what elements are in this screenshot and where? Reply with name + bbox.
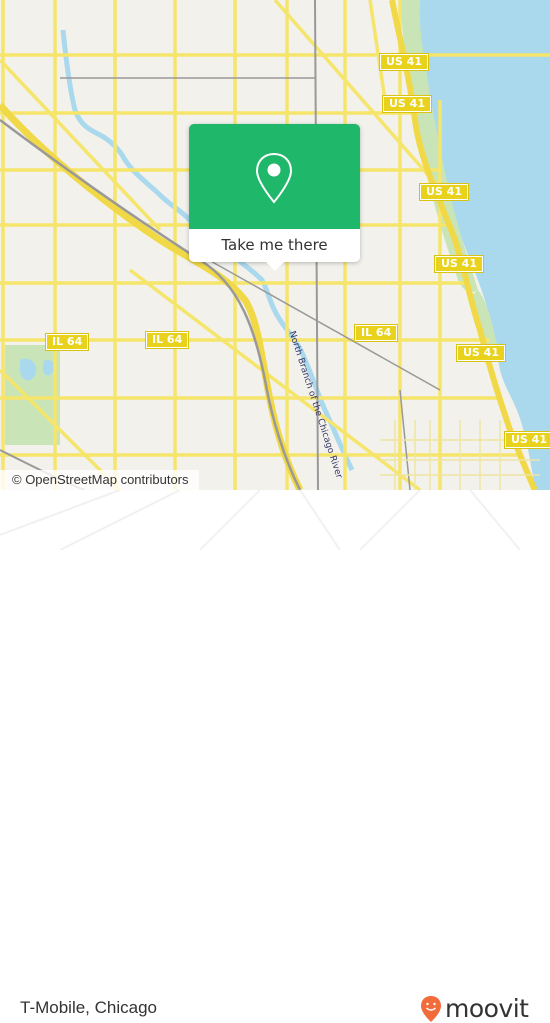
take-me-there-popup[interactable]: Take me there	[189, 124, 360, 271]
il64-shield: IL 64	[44, 333, 90, 351]
moovit-wordmark: moovit	[445, 994, 529, 1023]
us41-shield: US 41	[434, 255, 484, 273]
map[interactable]: US 41 US 41 US 41 US 41 US 41 US 41 IL 6…	[0, 0, 550, 490]
popup-header	[189, 124, 360, 229]
il64-shield: IL 64	[144, 331, 190, 349]
il64-shield: IL 64	[353, 324, 399, 342]
park	[5, 345, 60, 445]
us41-shield: US 41	[456, 344, 506, 362]
place-name: T-Mobile, Chicago	[20, 998, 158, 1017]
us41-shield: US 41	[382, 95, 432, 113]
us41-shield: US 41	[419, 183, 469, 201]
us41-shield: US 41	[504, 431, 550, 449]
moovit-logo[interactable]: moovit	[420, 995, 529, 1023]
footer-pattern	[0, 490, 521, 550]
us41-shield: US 41	[379, 53, 429, 71]
map-pin-icon	[255, 152, 293, 204]
map-attribution[interactable]: © OpenStreetMap contributors	[0, 470, 199, 490]
take-me-there-button[interactable]: Take me there	[189, 229, 360, 262]
popup-pointer	[265, 261, 285, 271]
footer: T-Mobile, Chicago moovit	[0, 490, 550, 1022]
lake-michigan	[417, 0, 550, 490]
moovit-pin-icon	[421, 996, 441, 1022]
